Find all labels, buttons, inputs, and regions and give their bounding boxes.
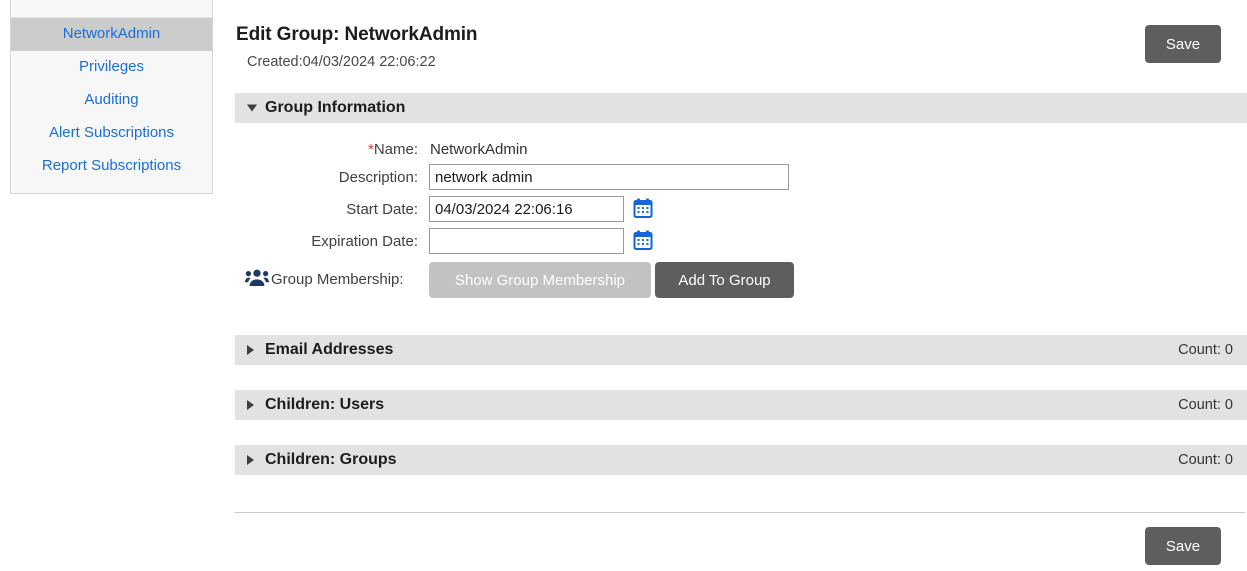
start-date-label: Start Date: xyxy=(235,196,418,224)
form-row-start-date: Start Date: xyxy=(235,196,1247,224)
group-membership-label: Group Membership: xyxy=(271,260,404,300)
sidebar-top-strip xyxy=(11,0,212,18)
page-root: NetworkAdmin Privileges Auditing Alert S… xyxy=(0,0,1247,571)
form-row-group-membership: Group Membership: Show Group Membership … xyxy=(235,260,1247,300)
form-row-name: *Name: NetworkAdmin xyxy=(235,136,1247,164)
sidebar-item-alert-subscriptions[interactable]: Alert Subscriptions xyxy=(11,117,212,150)
section-title: Email Addresses xyxy=(265,341,393,359)
sidebar-item-label: NetworkAdmin xyxy=(63,25,161,42)
section-header-children-users[interactable]: Children: Users Count: 0 xyxy=(235,390,1247,420)
show-group-membership-button[interactable]: Show Group Membership xyxy=(429,262,651,298)
name-value: NetworkAdmin xyxy=(430,136,528,164)
sidebar-item-privileges[interactable]: Privileges xyxy=(11,51,212,84)
section-header-children-groups[interactable]: Children: Groups Count: 0 xyxy=(235,445,1247,475)
section-title: Group Information xyxy=(265,99,405,117)
sidebar-item-networkadmin[interactable]: NetworkAdmin xyxy=(11,18,212,51)
save-button-bottom[interactable]: Save xyxy=(1145,527,1221,565)
chevron-right-icon xyxy=(247,455,254,465)
form-row-expiration-date: Expiration Date: xyxy=(235,228,1247,256)
add-to-group-button[interactable]: Add To Group xyxy=(655,262,794,298)
calendar-icon-expiration-date[interactable] xyxy=(633,230,653,251)
expiration-date-label: Expiration Date: xyxy=(235,228,418,256)
calendar-icon-start-date[interactable] xyxy=(633,198,653,219)
chevron-down-icon xyxy=(247,105,257,112)
chevron-right-icon xyxy=(247,345,254,355)
form-row-description: Description: xyxy=(235,164,1247,192)
name-label: *Name: xyxy=(235,136,418,164)
section-header-group-information[interactable]: Group Information xyxy=(235,93,1247,123)
name-label-text: Name: xyxy=(374,141,418,158)
start-date-input[interactable] xyxy=(429,196,624,222)
sidebar-item-label: Privileges xyxy=(79,58,144,75)
section-title: Children: Groups xyxy=(265,451,397,469)
section-count: Count: 0 xyxy=(1178,397,1233,413)
sidebar-item-label: Report Subscriptions xyxy=(42,157,181,174)
section-count: Count: 0 xyxy=(1178,452,1233,468)
description-input[interactable] xyxy=(429,164,789,190)
page-title: Edit Group: NetworkAdmin xyxy=(236,24,477,46)
description-label: Description: xyxy=(235,164,418,192)
section-title: Children: Users xyxy=(265,396,384,414)
users-icon xyxy=(245,269,269,287)
expiration-date-input[interactable] xyxy=(429,228,624,254)
main-content: Edit Group: NetworkAdmin Created:04/03/2… xyxy=(235,0,1247,571)
created-timestamp: Created:04/03/2024 22:06:22 xyxy=(247,54,436,70)
sidebar: NetworkAdmin Privileges Auditing Alert S… xyxy=(10,0,213,194)
sidebar-item-auditing[interactable]: Auditing xyxy=(11,84,212,117)
sidebar-item-label: Auditing xyxy=(84,91,138,108)
sidebar-item-report-subscriptions[interactable]: Report Subscriptions xyxy=(11,150,212,183)
chevron-right-icon xyxy=(247,400,254,410)
section-header-email-addresses[interactable]: Email Addresses Count: 0 xyxy=(235,335,1247,365)
sidebar-item-label: Alert Subscriptions xyxy=(49,124,174,141)
save-button-top[interactable]: Save xyxy=(1145,25,1221,63)
footer-divider xyxy=(235,512,1245,513)
section-count: Count: 0 xyxy=(1178,342,1233,358)
